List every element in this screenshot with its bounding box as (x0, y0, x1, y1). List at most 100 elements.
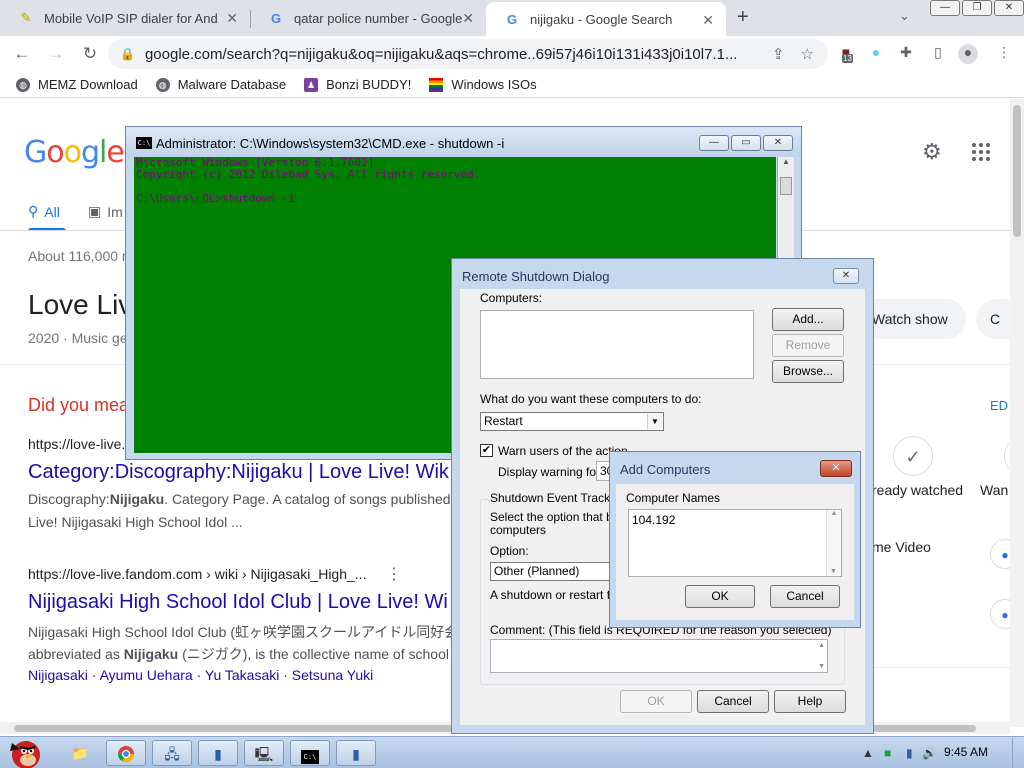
start-button[interactable] (2, 733, 50, 768)
result-url[interactable]: https://love-live.fandom.com › wiki › Ni… (28, 566, 366, 582)
lock-icon[interactable]: 🔒 (120, 47, 135, 61)
restore-button[interactable]: ❐ (962, 0, 992, 16)
play-icon[interactable]: ● (990, 599, 1010, 629)
computer-names-value: 104.192 (632, 513, 676, 527)
bookmark-star-icon[interactable]: ☆ (801, 45, 814, 63)
new-tab-button[interactable]: + (737, 6, 749, 29)
cancel-button[interactable]: Cancel (770, 585, 840, 608)
remote-desktop-taskbar-icon[interactable]: 🖧 (152, 740, 192, 766)
network-taskbar-icon[interactable]: 🖳 (244, 740, 284, 766)
scroll-up-arrow-icon[interactable]: ▲ (827, 510, 841, 517)
extension-badge: 13 (842, 54, 853, 63)
help-button[interactable]: Help (774, 690, 846, 713)
show-desktop-button[interactable] (1012, 738, 1023, 768)
address-bar[interactable]: 🔒 google.com/search?q=nijigaku&oq=nijiga… (108, 39, 828, 69)
forward-button[interactable]: → (44, 42, 68, 66)
share-icon[interactable]: ⇪ (772, 45, 785, 63)
explorer-taskbar-icon[interactable]: 📁 (60, 740, 100, 766)
extensions-puzzle-icon[interactable]: ✚ (896, 44, 916, 64)
bookmark-label: Windows ISOs (451, 77, 537, 92)
watch-show-button[interactable]: Watch show (858, 299, 966, 339)
bookmark-label: Bonzi BUDDY! (326, 77, 412, 92)
bookmark-malware-db[interactable]: ◍ Malware Database (155, 77, 286, 92)
partial-chip[interactable]: C (976, 299, 1010, 339)
cmd-taskbar-icon[interactable]: C:\ (290, 740, 330, 766)
action-select[interactable]: Restart ▼ (480, 412, 664, 431)
close-button[interactable]: ✕ (833, 268, 859, 284)
ok-button[interactable]: OK (620, 690, 692, 713)
remove-button[interactable]: Remove (772, 334, 844, 357)
network-status-icon[interactable]: ■ (884, 746, 891, 760)
result-title-link[interactable]: Category:Discography:Nijigaku | Love Liv… (28, 461, 449, 484)
tab-nijigaku-search[interactable]: G nijigaku - Google Search ✕ (486, 2, 726, 36)
extension-icon[interactable]: ■ 13 (836, 44, 856, 64)
dialog-title: Add Computers (620, 462, 711, 477)
side-panel-icon[interactable]: ▯ (928, 44, 948, 64)
close-button[interactable]: ✕ (763, 135, 793, 151)
close-tab-icon[interactable]: ✕ (226, 10, 238, 27)
chrome-taskbar-icon[interactable] (106, 740, 146, 766)
play-icon[interactable]: ● (990, 539, 1010, 569)
prime-video-label[interactable]: me Video (872, 539, 931, 555)
maximize-button[interactable]: ▭ (731, 135, 761, 151)
dialog-taskbar-icon[interactable]: ▮ (336, 740, 376, 766)
globe-icon: ◍ (16, 77, 30, 92)
scrollbar-thumb[interactable] (780, 177, 792, 195)
add-button[interactable]: Add... (772, 308, 844, 331)
scroll-down-arrow-icon[interactable]: ▼ (827, 568, 840, 575)
reload-button[interactable]: ↻ (78, 42, 102, 66)
volume-icon[interactable]: 🔊 (922, 746, 937, 760)
dialog-taskbar-icon[interactable]: ▮ (198, 740, 238, 766)
google-logo[interactable]: Google (24, 135, 125, 170)
profile-avatar-icon[interactable]: ● (958, 44, 978, 64)
close-button[interactable]: ✕ (820, 460, 852, 477)
did-you-mean[interactable]: Did you mea (28, 395, 129, 416)
bookmark-bonzi[interactable]: ♟ Bonzi BUDDY! (304, 77, 411, 92)
browse-button[interactable]: Browse... (772, 360, 844, 383)
comment-textarea[interactable]: ▲ ▼ (490, 639, 828, 673)
result-url[interactable]: https://love-live. (28, 436, 125, 452)
cmd-titlebar[interactable]: C:\ Administrator: C:\Windows\system32\C… (126, 127, 801, 157)
tab-all[interactable]: ⚲ All (28, 203, 60, 220)
warn-users-checkbox[interactable]: ✔ (480, 444, 493, 457)
scrollbar-thumb[interactable] (1013, 105, 1021, 237)
computer-names-input[interactable]: 104.192 ▲ ▼ (628, 509, 842, 577)
flag-extension-icon[interactable]: ● (866, 44, 886, 64)
show-hidden-icons-icon[interactable]: ▲ (862, 746, 874, 760)
scroll-up-arrow-icon[interactable]: ▲ (778, 157, 794, 166)
textarea-scrollbar[interactable]: ▲ ▼ (826, 510, 841, 576)
close-window-button[interactable]: ✕ (994, 0, 1024, 16)
taskbar-clock[interactable]: 9:45 AM (944, 745, 988, 759)
tab-search-chevron-icon[interactable]: ⌄ (899, 8, 910, 24)
result-sitelinks[interactable]: Nijigasaki · Ayumu Uehara · Yu Takasaki … (28, 667, 373, 683)
more-options-icon[interactable]: ⋮ (386, 564, 402, 584)
image-icon: ▣ (88, 203, 102, 219)
tab-title: qatar police number - Google (294, 10, 463, 26)
scroll-up-arrow-icon[interactable]: ▲ (818, 642, 825, 649)
scroll-down-arrow-icon[interactable]: ▼ (818, 663, 825, 670)
tab-voip-dialer[interactable]: ✎ Mobile VoIP SIP dialer for And ✕ (0, 0, 250, 36)
minimize-button[interactable]: — (699, 135, 729, 151)
page-vertical-scrollbar[interactable] (1010, 99, 1024, 727)
battery-icon[interactable]: ▮ (906, 746, 913, 760)
dropdown-arrow-icon[interactable]: ▼ (647, 414, 662, 429)
tab-title: Mobile VoIP SIP dialer for And (44, 10, 218, 26)
bookmark-windows-isos[interactable]: Windows ISOs (429, 77, 537, 92)
back-button[interactable]: ← (10, 42, 34, 66)
bookmark-memz[interactable]: ◍ MEMZ Download (16, 77, 138, 92)
url-text[interactable]: google.com/search?q=nijigaku&oq=nijigaku… (145, 46, 755, 63)
computers-list[interactable] (480, 310, 754, 379)
checkmark-icon[interactable]: ✓ (893, 436, 933, 476)
result-title-link[interactable]: Nijigasaki High School Idol Club | Love … (28, 591, 448, 614)
cancel-button[interactable]: Cancel (697, 690, 769, 713)
tab-qatar-police[interactable]: G qatar police number - Google ✕ (250, 0, 486, 36)
settings-gear-icon[interactable]: ⚙ (922, 139, 942, 165)
edit-link[interactable]: ED (990, 398, 1008, 413)
ok-button[interactable]: OK (685, 585, 755, 608)
close-tab-icon[interactable]: ✕ (462, 10, 474, 27)
tab-images[interactable]: ▣ Im (88, 203, 123, 220)
menu-kebab-icon[interactable]: ⋮ (994, 44, 1014, 64)
minimize-button[interactable]: — (930, 0, 960, 16)
close-tab-icon[interactable]: ✕ (702, 12, 714, 29)
google-apps-icon[interactable] (972, 143, 990, 161)
